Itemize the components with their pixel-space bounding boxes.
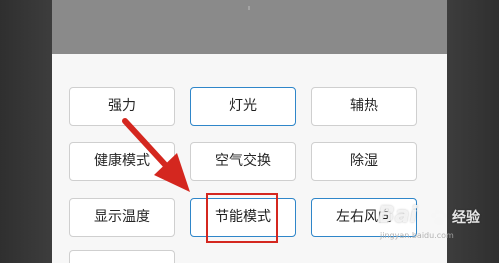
aux-heat-button[interactable]: 辅热 (311, 87, 417, 126)
strong-button[interactable]: 强力 (69, 87, 175, 126)
header-indicator (248, 6, 250, 10)
device-bezel-left (0, 0, 52, 263)
dehumidify-button[interactable]: 除湿 (311, 142, 417, 181)
left-right-swing-button[interactable]: 左右风向 (311, 198, 417, 237)
app-screen: 强力 灯光 辅热 健康模式 空气交换 除湿 显示温度 节能模式 左右风向 (52, 0, 447, 263)
device-bezel-right (447, 0, 499, 263)
health-mode-button[interactable]: 健康模式 (69, 142, 175, 181)
energy-saving-mode-button[interactable]: 节能模式 (190, 198, 296, 237)
partial-button-row4[interactable] (69, 250, 175, 263)
show-temperature-button[interactable]: 显示温度 (69, 198, 175, 237)
air-exchange-button[interactable]: 空气交换 (190, 142, 296, 181)
light-button[interactable]: 灯光 (190, 87, 296, 126)
header-area (52, 0, 447, 54)
